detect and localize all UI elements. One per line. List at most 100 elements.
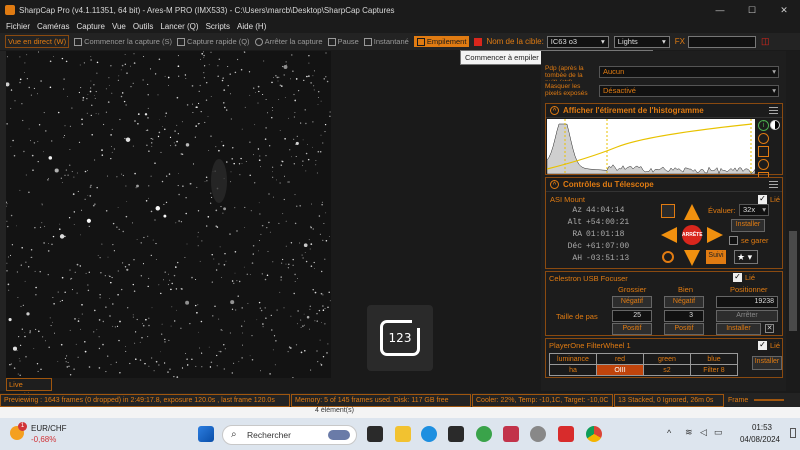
app-green-icon[interactable] bbox=[476, 426, 492, 442]
north-arrow-button[interactable] bbox=[684, 204, 700, 220]
filter-button[interactable]: s2 bbox=[643, 364, 691, 376]
save-icon[interactable] bbox=[758, 146, 769, 157]
filter-button[interactable]: green bbox=[643, 353, 691, 365]
histogram-header[interactable]: ^ Afficher l'étirement de l'histogramme bbox=[546, 104, 782, 118]
park-checkbox[interactable] bbox=[729, 236, 738, 245]
menu-icon[interactable] bbox=[769, 181, 778, 188]
record-icon[interactable]: ◫ bbox=[761, 36, 770, 47]
mask-pixels-select[interactable]: Désactivé bbox=[599, 85, 779, 97]
menu-aide[interactable]: Aide (H) bbox=[237, 22, 266, 31]
file-explorer-icon[interactable] bbox=[395, 426, 411, 442]
quick-capture-button[interactable]: Capture rapide (Q) bbox=[177, 37, 250, 46]
collapse-icon[interactable]: ^ bbox=[550, 106, 559, 115]
clock-time[interactable]: 01:53 bbox=[742, 423, 782, 432]
battery-icon[interactable]: ▭ bbox=[714, 427, 723, 438]
chrome-icon[interactable] bbox=[586, 426, 602, 442]
east-arrow-button[interactable] bbox=[661, 227, 677, 243]
coord-value: 01:01:18 bbox=[586, 230, 625, 239]
menu-scripts[interactable]: Scripts bbox=[206, 22, 230, 31]
telescope-header[interactable]: ^ Contrôles du Télescope bbox=[546, 178, 782, 192]
south-arrow-button[interactable] bbox=[684, 250, 700, 266]
filter-button[interactable]: ha bbox=[549, 364, 597, 376]
app-red-icon[interactable] bbox=[503, 426, 519, 442]
frame-type-select[interactable]: Lights ▾ bbox=[613, 35, 670, 48]
target-name-value: IC63 o3 bbox=[550, 37, 578, 46]
west-arrow-button[interactable] bbox=[707, 227, 723, 243]
focuser-stop-button[interactable]: Arrêter bbox=[716, 310, 778, 322]
focuser-linked-label: Lié bbox=[745, 273, 756, 282]
live-stacking-tab[interactable]: Live Stacking bbox=[6, 378, 52, 400]
close-icon[interactable]: ✕ bbox=[765, 324, 774, 333]
volume-icon[interactable]: ◁ bbox=[700, 427, 707, 438]
lightning-icon[interactable] bbox=[758, 133, 769, 144]
menu-cameras[interactable]: Caméras bbox=[37, 22, 69, 31]
notifications-icon[interactable] bbox=[790, 428, 796, 438]
info-icon[interactable]: i bbox=[758, 120, 769, 131]
tracking-button[interactable]: Suivi bbox=[706, 250, 726, 264]
contrast-icon[interactable] bbox=[770, 120, 780, 130]
coord-value: 44:04:14 bbox=[586, 206, 625, 215]
coarse-step-input[interactable]: 25 bbox=[612, 310, 652, 322]
anydesk-icon[interactable] bbox=[558, 426, 574, 442]
minimize-button[interactable]: — bbox=[704, 0, 736, 20]
snapshot-button[interactable]: Instantané bbox=[363, 37, 409, 46]
taskbar-search[interactable]: ⌕ Rechercher bbox=[222, 425, 357, 445]
live-view-button[interactable]: Vue en direct (W) bbox=[5, 35, 70, 48]
focuser-linked-checkbox[interactable]: ✓ bbox=[733, 273, 742, 282]
stop-slew-button[interactable]: ARRÊTE bbox=[682, 225, 703, 245]
chevron-down-icon: ▾ bbox=[662, 37, 666, 46]
coord-value: +54:00:21 bbox=[586, 218, 630, 227]
badge-text: 123 bbox=[388, 331, 412, 345]
refresh-icon[interactable] bbox=[758, 159, 769, 170]
center-target-icon[interactable] bbox=[661, 204, 675, 218]
target-name-select[interactable]: IC63 o3 ▾ bbox=[546, 35, 609, 48]
fine-positive-button[interactable]: Positif bbox=[664, 323, 704, 335]
dark-mode-select[interactable]: Aucun bbox=[599, 66, 779, 78]
menu-fichier[interactable]: Fichier bbox=[6, 22, 30, 31]
stop-capture-button[interactable]: Arrêter la capture bbox=[254, 37, 323, 46]
clock-date[interactable]: 04/08/2024 bbox=[732, 435, 788, 444]
rate-select[interactable]: 32x bbox=[739, 204, 769, 216]
fx-input[interactable] bbox=[688, 35, 757, 48]
fine-step-input[interactable]: 3 bbox=[664, 310, 704, 322]
position-input[interactable]: 19238 bbox=[716, 296, 778, 308]
stacking-button[interactable]: Empilement bbox=[413, 36, 470, 47]
maximize-button[interactable]: ☐ bbox=[736, 0, 768, 20]
install-button[interactable]: Installer bbox=[731, 219, 765, 232]
filter-button[interactable]: luminance bbox=[549, 353, 597, 365]
filter-button[interactable]: red bbox=[596, 353, 644, 365]
menu-lancer[interactable]: Lancer (Q) bbox=[160, 22, 198, 31]
start-capture-button[interactable]: Commencer la capture (S) bbox=[74, 37, 172, 46]
menu-outils[interactable]: Outils bbox=[133, 22, 153, 31]
store-icon[interactable] bbox=[448, 426, 464, 442]
filter-button[interactable]: blue bbox=[690, 353, 738, 365]
filterwheel-linked-checkbox[interactable]: ✓ bbox=[758, 341, 767, 350]
menu-icon[interactable] bbox=[769, 107, 778, 114]
sync-icon[interactable] bbox=[662, 251, 674, 263]
scrollbar-thumb[interactable] bbox=[789, 231, 797, 331]
fine-negative-button[interactable]: Négatif bbox=[664, 296, 704, 308]
widget-pair[interactable]: EUR/CHF bbox=[31, 424, 67, 433]
edge-icon[interactable] bbox=[421, 426, 437, 442]
coarse-positive-button[interactable]: Positif bbox=[612, 323, 652, 335]
coarse-negative-button[interactable]: Négatif bbox=[612, 296, 652, 308]
filter-button-selected[interactable]: OIII bbox=[596, 364, 644, 376]
close-button[interactable]: ✕ bbox=[768, 0, 800, 20]
panel-scrollbar[interactable] bbox=[786, 51, 800, 391]
filter-button[interactable]: Filter 8 bbox=[690, 364, 738, 376]
histogram-chart[interactable] bbox=[547, 119, 755, 174]
sharpcap-taskbar-icon[interactable] bbox=[530, 426, 546, 442]
pause-button[interactable]: Pause bbox=[327, 37, 359, 46]
chevron-up-icon[interactable]: ^ bbox=[667, 428, 671, 438]
image-canvas[interactable] bbox=[6, 51, 541, 378]
windows-start-icon[interactable] bbox=[198, 426, 214, 442]
menu-capture[interactable]: Capture bbox=[76, 22, 104, 31]
wifi-icon[interactable]: ≋ bbox=[685, 427, 693, 438]
menu-vue[interactable]: Vue bbox=[112, 22, 126, 31]
task-view-icon[interactable] bbox=[367, 426, 383, 442]
focuser-install-button[interactable]: Installer bbox=[716, 323, 761, 335]
telescope-linked-checkbox[interactable]: ✓ bbox=[758, 195, 767, 204]
star-rate-select[interactable]: ★ ▾ bbox=[734, 250, 758, 264]
filterwheel-install-button[interactable]: Installer bbox=[752, 356, 782, 370]
collapse-icon[interactable]: ^ bbox=[550, 180, 559, 189]
